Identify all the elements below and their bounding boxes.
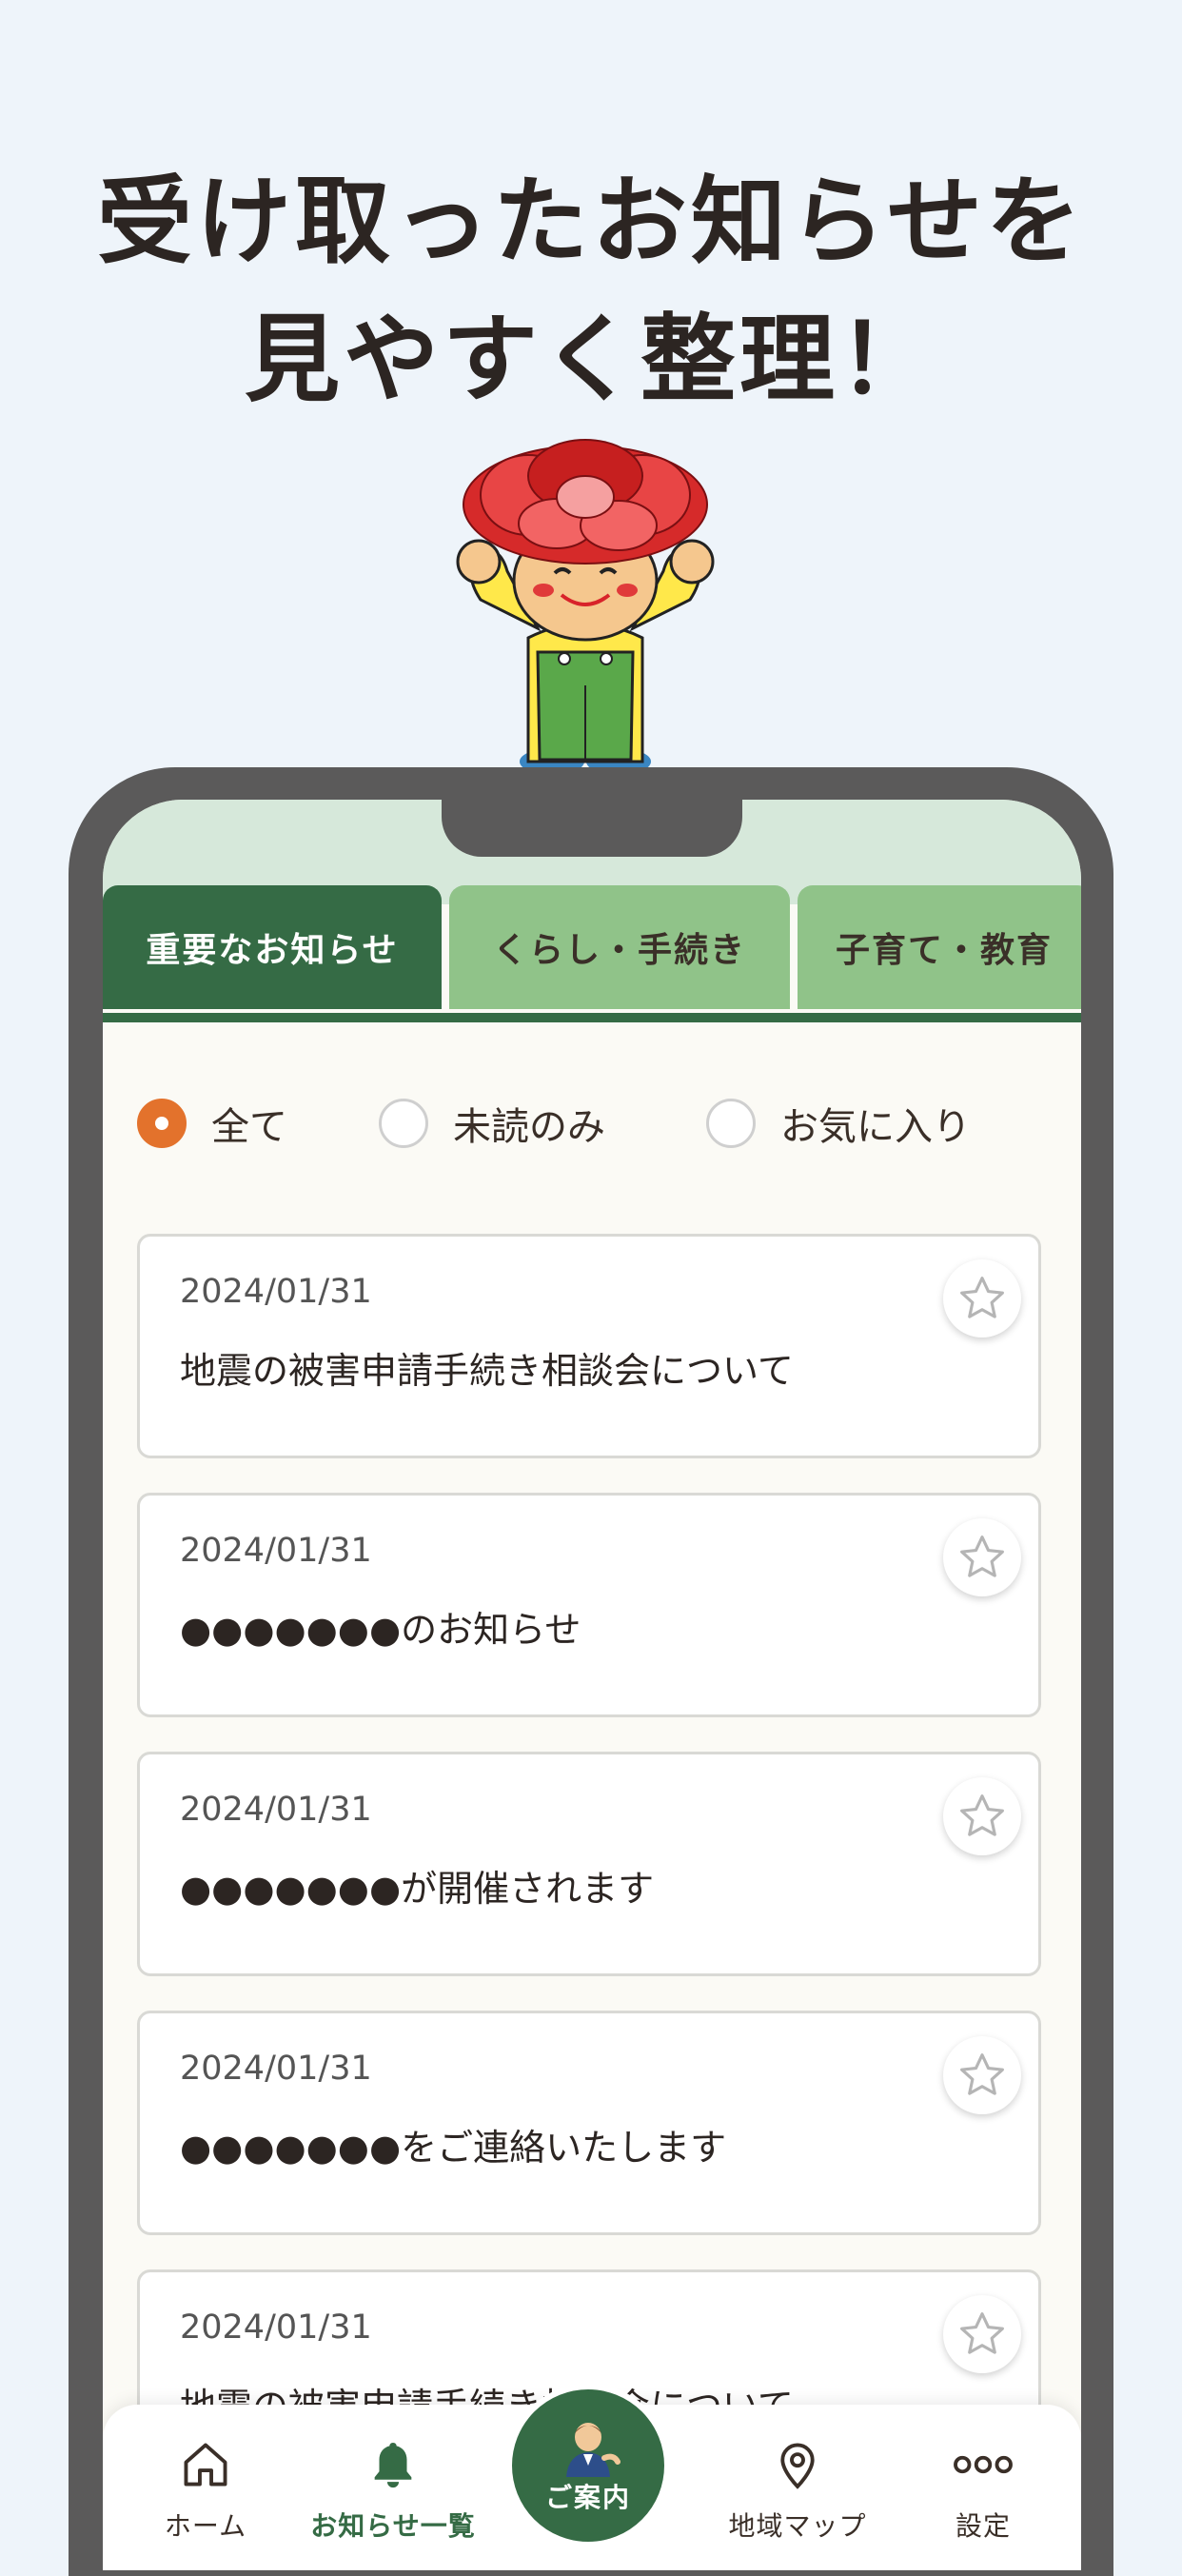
notice-card[interactable]: 2024/01/31 ●●●●●●●のお知らせ	[137, 1493, 1041, 1717]
favorite-star-button[interactable]	[943, 1259, 1021, 1338]
tab-living-procedures[interactable]: くらし・手続き	[449, 885, 790, 1009]
notice-title: 地震の被害申請手続き相談会について	[180, 1350, 794, 1392]
guide-person-icon	[566, 2423, 621, 2477]
more-dots-icon	[954, 2455, 1013, 2474]
notice-date: 2024/01/31	[180, 2050, 372, 2088]
notice-date: 2024/01/31	[180, 1791, 372, 1829]
radio-favorites[interactable]	[706, 1099, 756, 1148]
radio-unread[interactable]	[379, 1099, 428, 1148]
filter-unread-label: 未読のみ	[453, 1105, 605, 1149]
filter-favorites[interactable]: お気に入り	[706, 1085, 971, 1161]
category-tabs: 重要なお知らせ くらし・手続き 子育て・教育	[103, 885, 1081, 1017]
filter-all[interactable]: 全て	[137, 1085, 287, 1161]
star-icon	[960, 1536, 1004, 1577]
filter-all-label: 全て	[211, 1105, 287, 1149]
notice-date: 2024/01/31	[180, 1532, 372, 1570]
notice-title: ●●●●●●●が開催されます	[180, 1868, 655, 1910]
headline-line2: 見やすく整理！	[245, 304, 937, 415]
filter-radio-group: 全て 未読のみ お気に入り	[103, 1085, 1081, 1161]
nav-home[interactable]: ホーム	[115, 2405, 296, 2570]
notice-date: 2024/01/31	[180, 1273, 372, 1311]
star-icon	[960, 1794, 1004, 1836]
favorite-star-button[interactable]	[943, 2295, 1021, 2373]
favorite-star-button[interactable]	[943, 1518, 1021, 1596]
app-screen: 重要なお知らせ くらし・手続き 子育て・教育 全て 未読のみ お気に入り 202…	[103, 800, 1081, 2570]
filter-unread[interactable]: 未読のみ	[379, 1085, 605, 1161]
star-icon	[960, 1277, 1004, 1318]
star-icon	[960, 2312, 1004, 2354]
nav-home-label: ホーム	[164, 2510, 247, 2542]
tab-underline	[103, 1013, 1081, 1022]
tab-childcare-education[interactable]: 子育て・教育	[798, 885, 1081, 1009]
nav-settings-label: 設定	[955, 2510, 1011, 2542]
tab-important[interactable]: 重要なお知らせ	[103, 885, 442, 1009]
nav-map[interactable]: 地域マップ	[707, 2405, 888, 2570]
headline-line1: 受け取ったお知らせを	[97, 166, 1085, 277]
notice-date: 2024/01/31	[180, 2308, 372, 2347]
home-icon	[184, 2443, 227, 2487]
nav-notices[interactable]: お知らせ一覧	[303, 2405, 483, 2570]
notice-card[interactable]: 2024/01/31 ●●●●●●●をご連絡いたします	[137, 2011, 1041, 2235]
notice-title: ●●●●●●●のお知らせ	[180, 1609, 581, 1651]
nav-notices-label: お知らせ一覧	[310, 2510, 476, 2542]
guide-button[interactable]: ご案内	[506, 2384, 670, 2547]
filter-favorites-label: お気に入り	[780, 1105, 971, 1149]
phone-notch	[442, 800, 742, 857]
nav-map-label: 地域マップ	[728, 2510, 867, 2542]
notice-title: ●●●●●●●をご連絡いたします	[180, 2127, 727, 2169]
notice-card[interactable]: 2024/01/31 ●●●●●●●が開催されます	[137, 1752, 1041, 1976]
headline: 受け取ったお知らせを 見やすく整理！	[0, 152, 1182, 428]
favorite-star-button[interactable]	[943, 2036, 1021, 2114]
guide-label: ご案内	[544, 2482, 631, 2513]
radio-all[interactable]	[137, 1099, 187, 1148]
nav-settings[interactable]: 設定	[893, 2405, 1074, 2570]
notice-card[interactable]: 2024/01/31 地震の被害申請手続き相談会について	[137, 1234, 1041, 1458]
star-icon	[960, 2053, 1004, 2095]
favorite-star-button[interactable]	[943, 1777, 1021, 1855]
bell-icon	[374, 2443, 412, 2488]
mascot-carnation	[456, 439, 715, 771]
map-pin-icon	[780, 2443, 815, 2489]
